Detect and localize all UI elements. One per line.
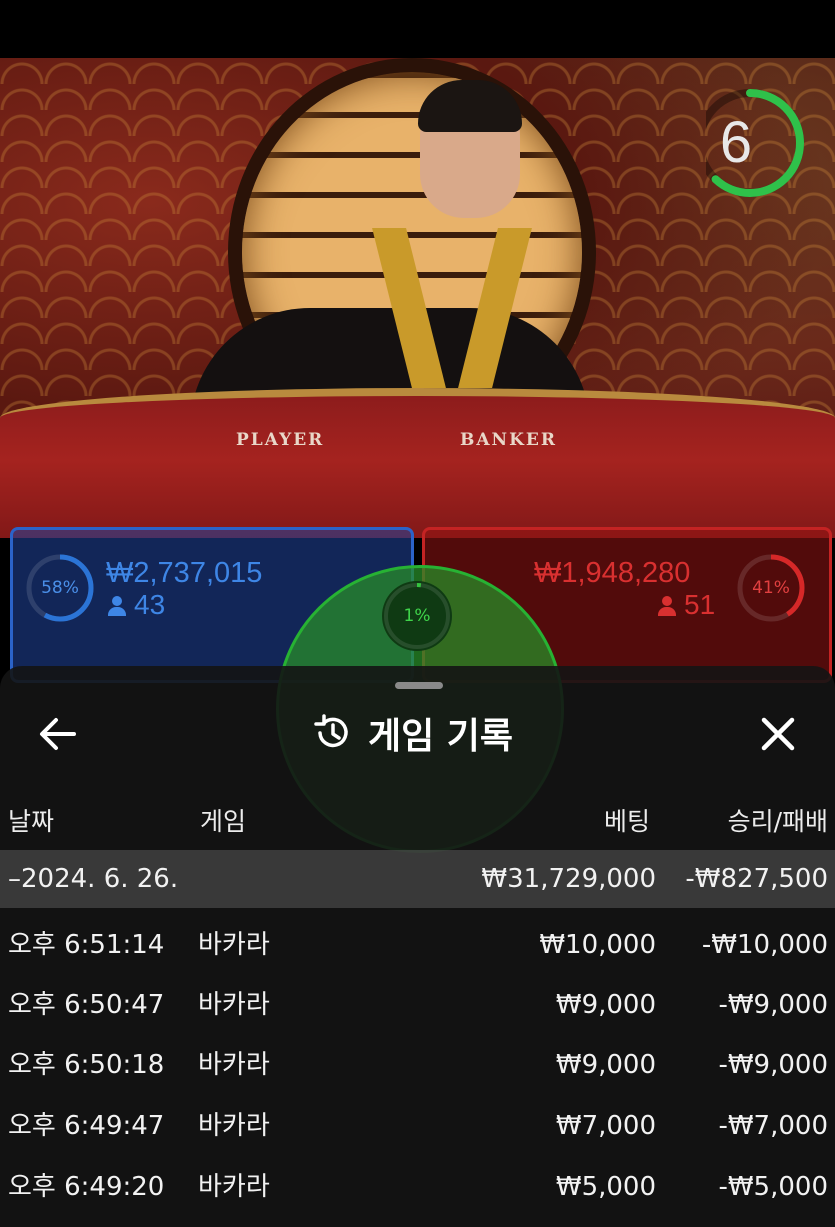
summary-result: -₩827,500 bbox=[685, 864, 828, 894]
row-time: 오후 6:49:47 bbox=[8, 1111, 165, 1141]
tie-percent: 1% bbox=[403, 606, 431, 626]
history-clock-icon bbox=[314, 714, 348, 748]
row-bet: ₩9,000 bbox=[555, 990, 656, 1020]
column-header-game: 게임 bbox=[200, 807, 247, 836]
arrow-left-icon bbox=[40, 718, 76, 750]
close-icon bbox=[761, 717, 795, 751]
bet-distribution-panel: 58% ₩2,737,015 43 1% ₩1,948,280 51 41% bbox=[0, 525, 835, 853]
row-time: 오후 6:51:14 bbox=[8, 930, 165, 960]
row-game: 바카라 bbox=[198, 1111, 270, 1141]
table-row[interactable]: 오후 6:50:47 바카라 ₩9,000 -₩9,000 bbox=[0, 976, 835, 1034]
player-bettor-count: 43 bbox=[108, 589, 165, 621]
table-label-banker: BANKER bbox=[460, 430, 557, 450]
column-header-date: 날짜 bbox=[8, 807, 55, 836]
table-row[interactable]: 오후 6:51:14 바카라 ₩10,000 -₩10,000 bbox=[0, 916, 835, 974]
column-header-result: 승리/패배 bbox=[727, 807, 828, 836]
row-bet: ₩7,000 bbox=[555, 1111, 656, 1141]
column-header-bet: 베팅 bbox=[603, 807, 650, 836]
row-game: 바카라 bbox=[198, 1172, 270, 1202]
timer-value: 6 bbox=[719, 110, 753, 175]
row-game: 바카라 bbox=[198, 930, 270, 960]
table-label-player: PLAYER bbox=[236, 430, 325, 450]
table-row[interactable]: 오후 6:49:47 바카라 ₩7,000 -₩7,000 bbox=[0, 1097, 835, 1155]
banker-percent: 41% bbox=[752, 578, 790, 598]
row-time: 오후 6:50:47 bbox=[8, 990, 165, 1020]
back-button[interactable] bbox=[36, 714, 80, 754]
player-count-value: 43 bbox=[134, 589, 166, 620]
row-time: 오후 6:49:20 bbox=[8, 1172, 165, 1202]
date-summary-row[interactable]: –2024. 6. 26. ₩31,729,000 -₩827,500 bbox=[0, 850, 835, 908]
table-row[interactable]: 오후 6:49:20 바카라 ₩5,000 -₩5,000 bbox=[0, 1158, 835, 1216]
row-result: -₩5,000 bbox=[718, 1172, 828, 1202]
sheet-title: 게임 기록 bbox=[368, 716, 514, 757]
row-result: -₩7,000 bbox=[718, 1111, 828, 1141]
row-bet: ₩5,000 bbox=[555, 1172, 656, 1202]
player-percent-ring: 58% bbox=[25, 553, 95, 623]
banker-count-value: 51 bbox=[684, 589, 716, 620]
baccarat-table bbox=[0, 388, 835, 538]
person-icon bbox=[658, 596, 676, 616]
player-percent: 58% bbox=[41, 578, 79, 598]
game-history-sheet: 게임 기록 날짜 게임 베팅 승리/패배 –2024. 6. 26. ₩31,7… bbox=[0, 666, 835, 1227]
sheet-header: 게임 기록 bbox=[312, 708, 513, 758]
close-button[interactable] bbox=[756, 712, 800, 756]
row-game: 바카라 bbox=[198, 990, 270, 1020]
banker-bettor-count: 51 bbox=[658, 589, 715, 621]
status-bar bbox=[0, 0, 835, 58]
row-time: 오후 6:50:18 bbox=[8, 1050, 165, 1080]
summary-bet: ₩31,729,000 bbox=[481, 864, 656, 894]
row-bet: ₩10,000 bbox=[539, 930, 656, 960]
row-result: -₩9,000 bbox=[718, 990, 828, 1020]
countdown-timer: 6 bbox=[706, 88, 804, 198]
row-result: -₩9,000 bbox=[718, 1050, 828, 1080]
row-bet: ₩9,000 bbox=[555, 1050, 656, 1080]
player-total-amount: ₩2,737,015 bbox=[106, 557, 263, 589]
banker-total-amount: ₩1,948,280 bbox=[534, 557, 691, 589]
row-game: 바카라 bbox=[198, 1050, 270, 1080]
banker-percent-ring: 41% bbox=[736, 553, 806, 623]
summary-date: –2024. 6. 26. bbox=[8, 864, 179, 894]
table-row[interactable]: 오후 6:50:18 바카라 ₩9,000 -₩9,000 bbox=[0, 1036, 835, 1094]
row-result: -₩10,000 bbox=[701, 930, 828, 960]
person-icon bbox=[108, 596, 126, 616]
tie-percent-ring: 1% bbox=[382, 581, 452, 651]
sheet-drag-handle[interactable] bbox=[395, 682, 443, 689]
